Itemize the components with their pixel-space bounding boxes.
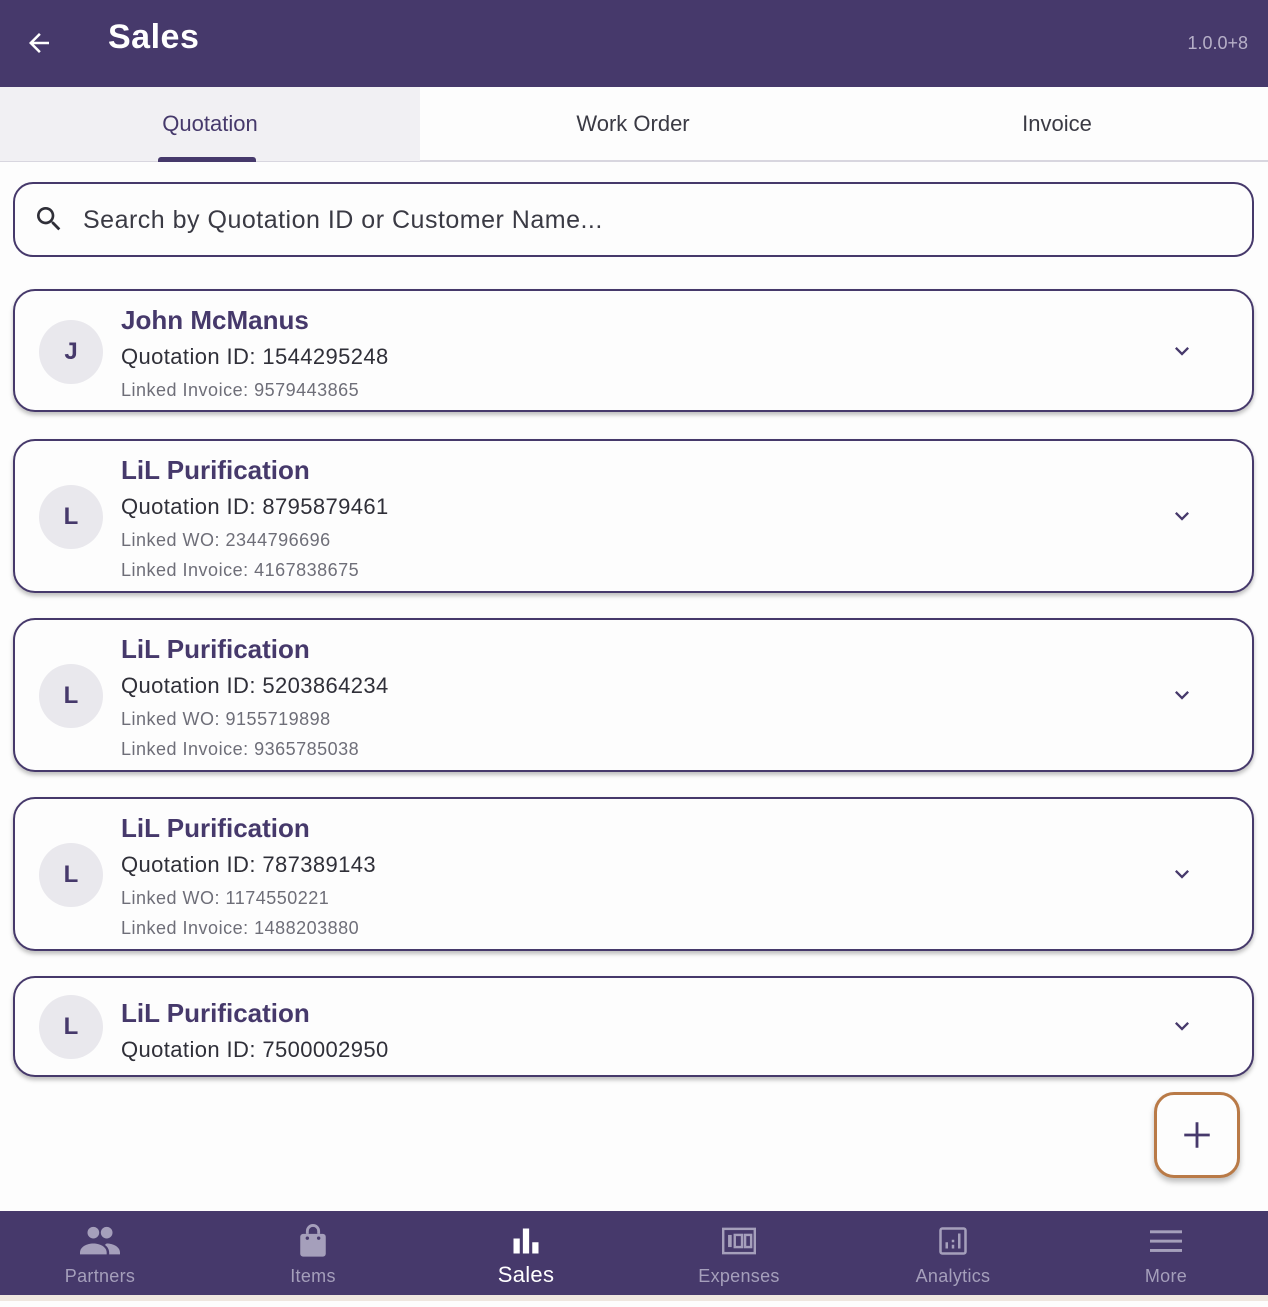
nav-label: Expenses <box>698 1266 780 1286</box>
linked-invoice: Linked Invoice: 1488203880 <box>121 918 360 938</box>
quotation-id: Quotation ID: 7500002950 <box>121 1037 389 1062</box>
quotation-card[interactable]: L LiL Purification Quotation ID: 7500002… <box>13 976 1254 1077</box>
avatar: L <box>39 995 103 1059</box>
nav-item-expenses[interactable]: Expenses <box>633 1211 845 1301</box>
avatar: L <box>39 485 103 549</box>
linked-wo: Linked WO: 2344796696 <box>121 530 331 550</box>
tab-quotation[interactable]: Quotation <box>0 87 420 161</box>
quotation-id: Quotation ID: 5203864234 <box>121 673 389 698</box>
active-tab-indicator <box>158 157 256 162</box>
arrow-left-icon <box>29 33 49 53</box>
chevron-down-icon <box>1175 1022 1189 1031</box>
shopping-bag-icon <box>300 1224 326 1257</box>
app-bar: Sales 1.0.0+8 <box>0 0 1268 87</box>
search-input[interactable] <box>83 198 1223 242</box>
back-button[interactable] <box>18 22 60 64</box>
linked-wo: Linked WO: 1174550221 <box>121 888 330 908</box>
linked-invoice: Linked Invoice: 4167838675 <box>121 560 360 580</box>
bar-chart-icon <box>513 1228 539 1254</box>
people-icon <box>80 1226 120 1255</box>
nav-label: Analytics <box>915 1266 991 1286</box>
search-bar <box>13 182 1254 257</box>
quotation-card[interactable]: J John McManus Quotation ID: 1544295248 … <box>13 289 1254 412</box>
analytics-icon <box>939 1227 967 1255</box>
nav-item-items[interactable]: Items <box>207 1211 419 1301</box>
customer-name: LiL Purification <box>121 455 310 485</box>
add-quotation-button[interactable] <box>1154 1092 1240 1178</box>
quotation-card[interactable]: L LiL Purification Quotation ID: 8795879… <box>13 439 1254 593</box>
plus-icon <box>1184 1122 1210 1148</box>
customer-name: LiL Purification <box>121 813 310 843</box>
expand-button[interactable] <box>1168 337 1196 365</box>
menu-icon <box>1150 1230 1182 1252</box>
avatar: L <box>39 664 103 728</box>
expand-button[interactable] <box>1168 1012 1196 1040</box>
page-title: Sales <box>108 18 200 56</box>
nav-label: Sales <box>497 1262 555 1287</box>
money-icon <box>722 1227 756 1255</box>
bottom-navigation: Partners Items Sales Expenses Analytics … <box>0 1211 1268 1301</box>
nav-label: Items <box>290 1266 336 1286</box>
nav-item-analytics[interactable]: Analytics <box>847 1211 1059 1301</box>
chevron-down-icon <box>1175 512 1189 521</box>
tab-work-order[interactable]: Work Order <box>420 87 846 161</box>
quotation-id: Quotation ID: 8795879461 <box>121 494 389 519</box>
customer-name: LiL Purification <box>121 634 310 664</box>
customer-name: John McManus <box>121 305 309 335</box>
expand-button[interactable] <box>1168 860 1196 888</box>
nav-item-sales[interactable]: Sales <box>420 1211 632 1301</box>
quotation-id: Quotation ID: 787389143 <box>121 852 377 877</box>
chevron-down-icon <box>1175 870 1189 879</box>
avatar: L <box>39 843 103 907</box>
nav-label: More <box>1144 1266 1188 1286</box>
chevron-down-icon <box>1175 691 1189 700</box>
quotation-card[interactable]: L LiL Purification Quotation ID: 7873891… <box>13 797 1254 951</box>
linked-invoice: Linked Invoice: 9365785038 <box>121 739 360 759</box>
expand-button[interactable] <box>1168 681 1196 709</box>
expand-button[interactable] <box>1168 502 1196 530</box>
nav-label: Partners <box>64 1266 136 1286</box>
nav-item-partners[interactable]: Partners <box>0 1211 206 1301</box>
customer-name: LiL Purification <box>121 998 310 1028</box>
quotation-id: Quotation ID: 1544295248 <box>121 344 389 369</box>
linked-wo: Linked WO: 9155719898 <box>121 709 331 729</box>
avatar: J <box>39 320 103 384</box>
tab-bar: Quotation Work Order Invoice <box>0 87 1268 162</box>
nav-item-more[interactable]: More <box>1060 1211 1268 1301</box>
quotation-card[interactable]: L LiL Purification Quotation ID: 5203864… <box>13 618 1254 772</box>
search-icon <box>37 207 61 231</box>
app-version: 1.0.0+8 <box>1187 33 1248 53</box>
linked-invoice: Linked Invoice: 9579443865 <box>121 380 360 400</box>
tab-invoice[interactable]: Invoice <box>846 87 1268 161</box>
chevron-down-icon <box>1175 347 1189 356</box>
